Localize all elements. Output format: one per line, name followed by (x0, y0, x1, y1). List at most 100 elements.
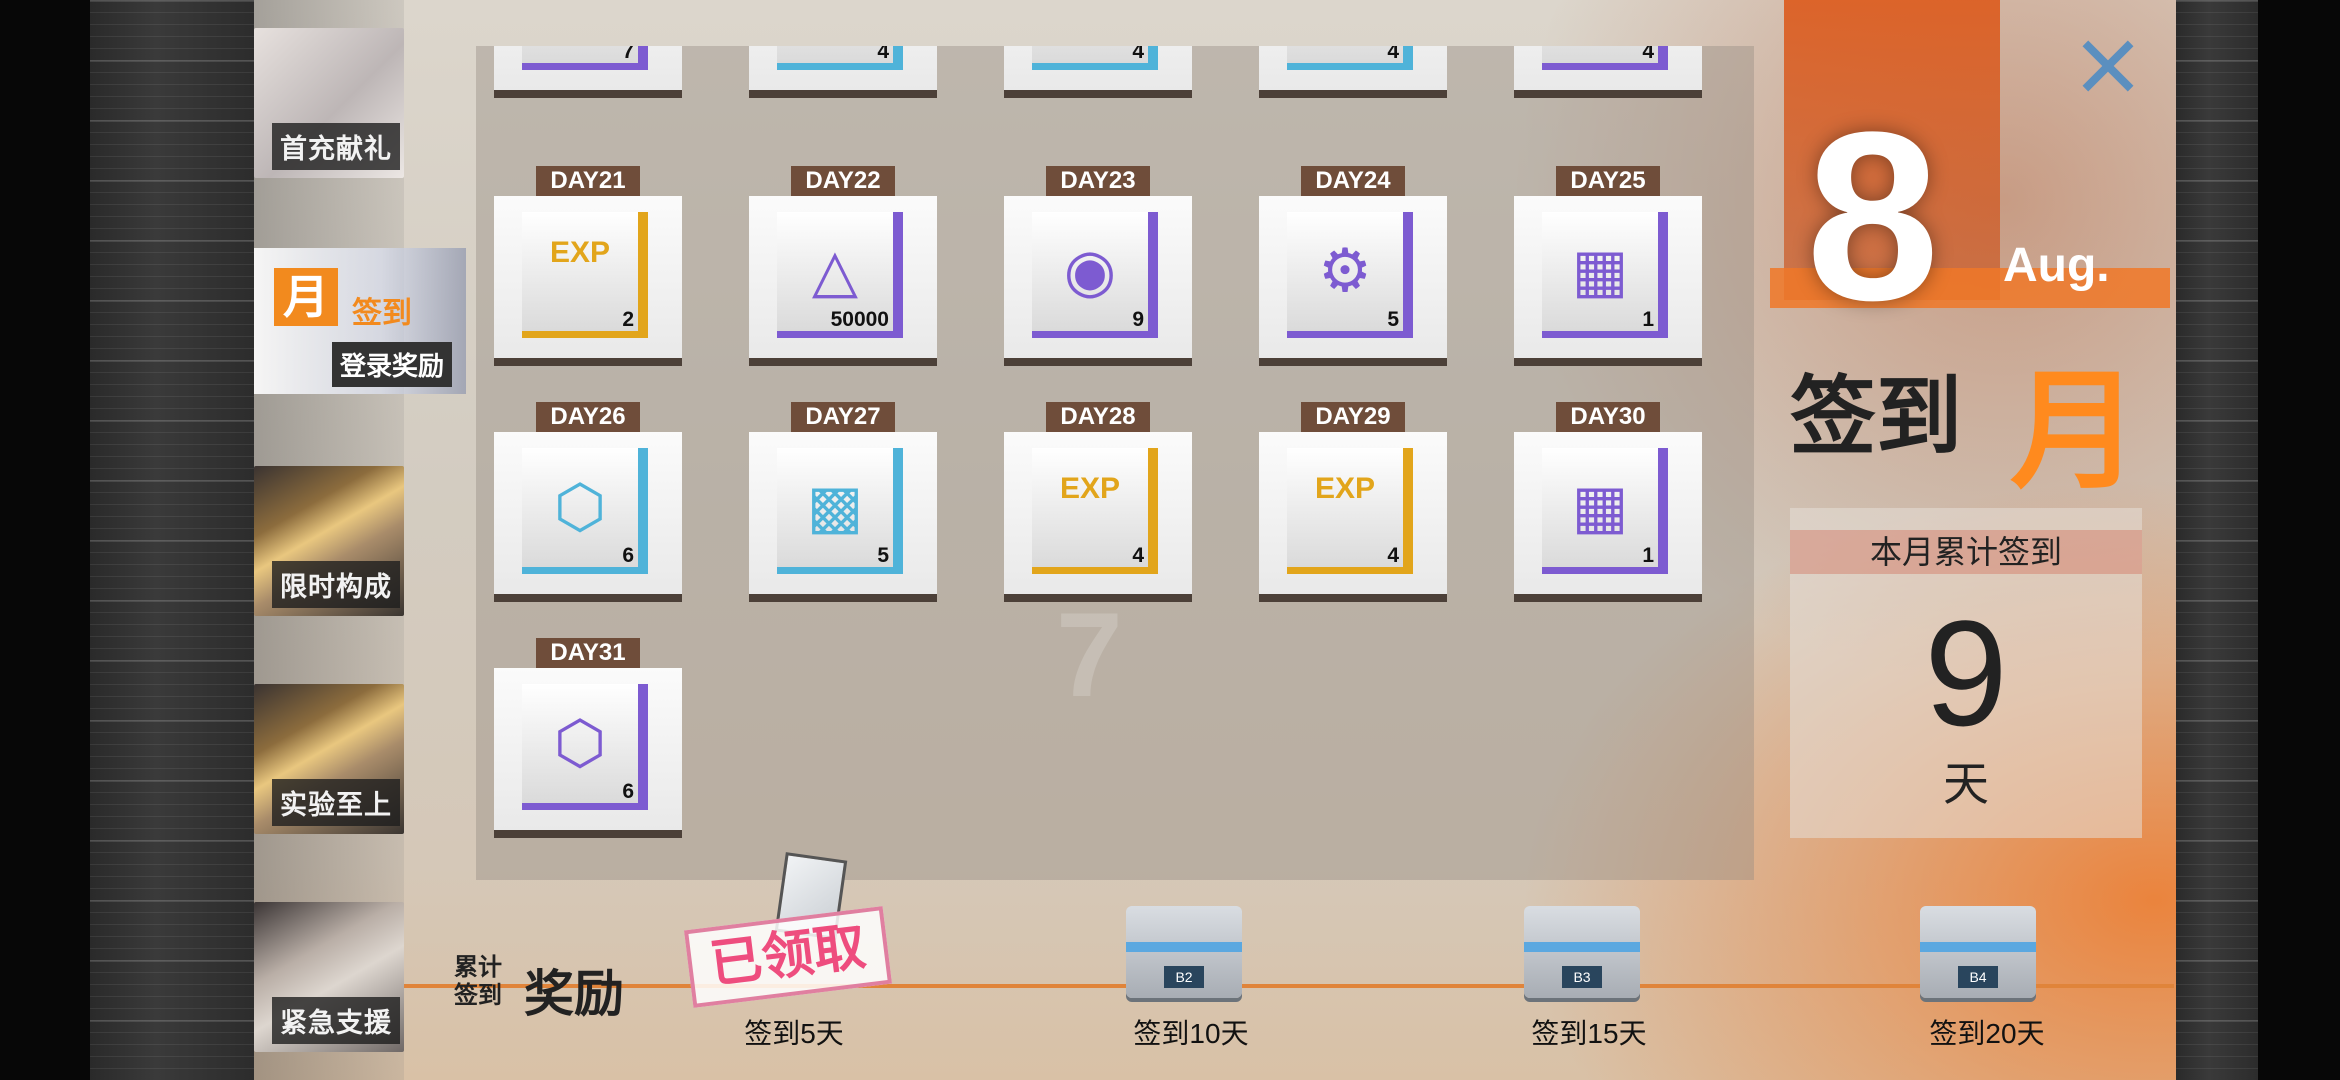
crystal-icon: 4 (1287, 46, 1413, 70)
exp-capsule-icon: EXP 2 (522, 212, 648, 338)
rarity-edge (1032, 567, 1158, 574)
hex-token-icon: ⬡ 6 (522, 448, 648, 574)
wrench-icon: ⚙ 5 (1287, 212, 1413, 338)
icon-glyph: △ (811, 237, 859, 304)
reward-cell-partial[interactable]: 4 (749, 46, 937, 122)
icon-glyph: ◉ (1063, 237, 1117, 304)
rarity-edge (1542, 567, 1668, 574)
exp-capsule-icon: EXP 4 (1287, 448, 1413, 574)
day-label: DAY22 (791, 166, 895, 196)
reward-quantity: 6 (622, 544, 634, 567)
rarity-edge (893, 448, 903, 574)
reward-cell-partial[interactable]: 4 (1259, 46, 1447, 122)
nav-label: 实验至上 (272, 779, 400, 826)
day-label: DAY26 (536, 402, 640, 432)
accumulated-count: 9 (1924, 589, 2008, 757)
milestone-label: 签到5天 (744, 1018, 844, 1049)
rarity-edge (1148, 212, 1158, 338)
reward-card: ⚙ 5 (1259, 196, 1447, 366)
checkin-text: 签到 (352, 297, 412, 330)
chest-icon: B2 (1126, 906, 1242, 998)
day-label: DAY27 (791, 402, 895, 432)
cumulative-small: 累计 签到 (454, 954, 502, 1009)
reward-card: ▦ 1 (1514, 196, 1702, 366)
rarity-edge (522, 63, 648, 70)
reward-card: ▩ 5 (749, 432, 937, 602)
day-label: DAY28 (1046, 402, 1150, 432)
milestone-chest-20[interactable]: B4 (1890, 886, 2060, 1016)
reward-quantity: 4 (877, 46, 889, 63)
reward-quantity: 9 (1132, 308, 1144, 331)
close-icon[interactable] (2080, 38, 2136, 94)
rarity-edge (1658, 212, 1668, 338)
wrench-icon: 4 (777, 46, 903, 70)
nav-label: 紧急支援 (272, 997, 400, 1044)
month-badge: 月 (274, 268, 338, 326)
reward-cell-partial[interactable]: 4 (1514, 46, 1702, 122)
nav-sublabel: 登录奖励 (332, 342, 453, 387)
reward-card: 4 (1004, 46, 1192, 98)
reward-card: 4 (1514, 46, 1702, 98)
rarity-edge (1403, 212, 1413, 338)
rarity-edge (777, 63, 903, 70)
icon-glyph: EXP (1314, 472, 1376, 505)
reward-card: EXP 4 (1259, 432, 1447, 602)
grid-chip-icon: ▩ 5 (777, 448, 903, 574)
reward-quantity: 4 (1132, 46, 1144, 63)
nav-limited-formation[interactable]: 限时构成 (254, 466, 404, 616)
letterbox-right (2258, 0, 2340, 1080)
cumulative-label: 累计 签到 奖励 (450, 948, 666, 1022)
checkin-title: 签到 (1790, 369, 1962, 465)
rarity-edge (1658, 448, 1668, 574)
cube-icon: 4 (1542, 46, 1668, 70)
reward-card: EXP 4 (1004, 432, 1192, 602)
nav-experiment-first[interactable]: 实验至上 (254, 684, 404, 834)
rarity-edge (1287, 331, 1413, 338)
rarity-edge (522, 331, 648, 338)
rarity-edge (777, 331, 903, 338)
reward-quantity: 2 (622, 308, 634, 331)
rarity-edge (777, 567, 903, 574)
nav-first-recharge[interactable]: 首充献礼 (254, 28, 404, 178)
rarity-edge (1542, 331, 1668, 338)
reward-card: ▦ 1 (1514, 432, 1702, 602)
day-label: DAY24 (1301, 166, 1405, 196)
rarity-edge (893, 212, 903, 338)
ruler-right (2176, 0, 2258, 1080)
reward-quantity: 6 (622, 780, 634, 803)
eye-icon: ◉ 9 (1032, 212, 1158, 338)
reward-quantity: 5 (1387, 308, 1399, 331)
milestone-label: 签到20天 (1929, 1018, 2045, 1049)
reward-quantity: 4 (1387, 46, 1399, 63)
icon-glyph: ▩ (806, 473, 864, 540)
cumulative-large: 奖励 (524, 966, 624, 1022)
game-screen: 首充献礼 月 签到 登录奖励 限时构成 实验至上 紧急支援 7 7 4 4 4 4 DAY… (0, 0, 2340, 1080)
reward-quantity: 1 (1642, 544, 1654, 567)
day-label: DAY31 (536, 638, 640, 668)
milestone-chest-10[interactable]: B2 (1096, 886, 1266, 1016)
milestone-label: 签到15天 (1531, 1018, 1647, 1049)
icon-glyph: ▦ (1571, 473, 1629, 540)
rarity-edge (1032, 63, 1158, 70)
rarity-edge (638, 684, 648, 810)
nav-label: 限时构成 (272, 561, 400, 608)
reward-card: EXP 2 (494, 196, 682, 366)
rarity-edge (1148, 448, 1158, 574)
nav-monthly-checkin[interactable]: 月 签到 登录奖励 (254, 248, 466, 394)
milestone-chest-15[interactable]: B3 (1494, 886, 1664, 1016)
rarity-edge (1287, 63, 1413, 70)
rarity-edge (1403, 448, 1413, 574)
milestone-label: 签到10天 (1133, 1018, 1249, 1049)
day-label: DAY30 (1556, 402, 1660, 432)
nav-emergency-support[interactable]: 紧急支援 (254, 902, 404, 1052)
reward-cell-partial[interactable]: 4 (1004, 46, 1192, 122)
reward-cell-partial[interactable]: 7 (494, 46, 682, 122)
reward-card: 4 (1259, 46, 1447, 98)
rarity-edge (638, 448, 648, 574)
reward-card: 4 (749, 46, 937, 98)
nav-label: 首充献礼 (272, 123, 400, 170)
reward-card: ◉ 9 (1004, 196, 1192, 366)
icon-glyph: ⬡ (553, 709, 607, 776)
reward-card: ⬡ 6 (494, 432, 682, 602)
chest-icon: B4 (1920, 906, 2036, 998)
